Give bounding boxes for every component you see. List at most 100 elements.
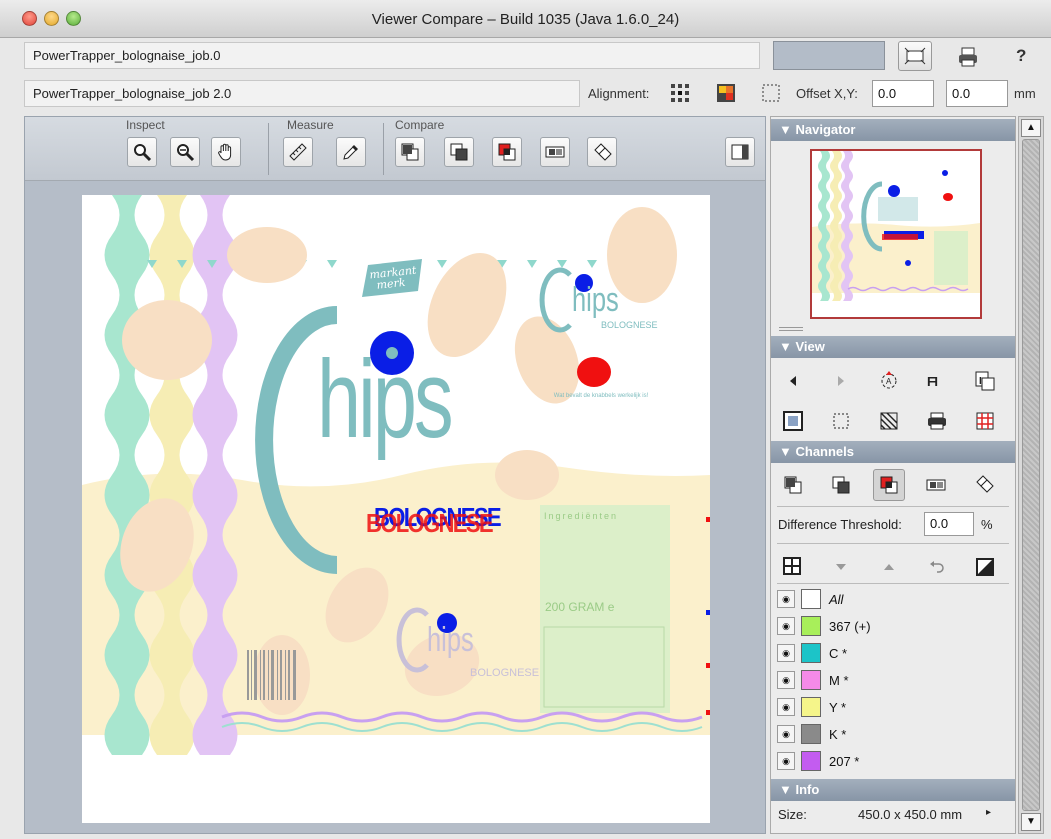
channel-split-button[interactable] — [923, 471, 951, 499]
alignment-grid-button[interactable] — [667, 80, 693, 106]
channel-name: Y * — [829, 700, 847, 715]
print-view-button[interactable] — [923, 407, 951, 435]
banner-text-red: BOLOGNESE — [366, 508, 494, 538]
move-down-button[interactable] — [827, 553, 855, 581]
crop-icon — [833, 413, 849, 429]
eye-icon[interactable]: ◉ — [777, 752, 795, 770]
grid-red-icon — [976, 412, 994, 430]
size-disclosure-icon[interactable]: ▸ — [986, 807, 991, 818]
alignment-label: Alignment: — [588, 86, 650, 101]
navigator-preview-image — [812, 151, 980, 301]
layer-b-icon — [450, 143, 468, 161]
eye-icon[interactable]: ◉ — [777, 644, 795, 662]
compare-overlay-button[interactable] — [587, 137, 617, 167]
scroll-down-button[interactable]: ▼ — [1021, 813, 1041, 831]
rotate-icon: A — [881, 371, 897, 389]
eye-icon[interactable]: ◉ — [777, 617, 795, 635]
panel-scrollbar[interactable]: ▲ ▼ — [1018, 116, 1044, 834]
compare-difference-button[interactable] — [492, 137, 522, 167]
inspect-group-label: Inspect — [126, 118, 165, 132]
printer-icon — [928, 412, 946, 430]
color-preview-box[interactable] — [773, 41, 885, 70]
triangle-right-icon — [838, 376, 844, 386]
overlay-icon — [594, 143, 612, 161]
zoom-out-button[interactable] — [170, 137, 200, 167]
tagline-text: Wat bevalt de knabbels werkelijk is! — [553, 393, 649, 399]
triangle-down-icon — [836, 564, 846, 570]
job2-field[interactable]: PowerTrapper_bolognaise_job 2.0 — [24, 80, 580, 107]
previous-view-button[interactable] — [779, 367, 807, 395]
channel-row[interactable]: ◉ 207 * — [777, 750, 1009, 774]
svg-text:I: I — [979, 376, 982, 387]
compare-split-button[interactable] — [540, 137, 570, 167]
separations-button[interactable] — [875, 407, 903, 435]
job1-field[interactable]: PowerTrapper_bolognaise_job.0 — [24, 42, 760, 69]
half-contrast-icon — [976, 558, 994, 576]
resize-grip[interactable] — [779, 327, 803, 331]
color-align-button[interactable] — [713, 80, 739, 106]
canvas-area[interactable]: Inspect Measure Compare markant merk hip… — [24, 116, 766, 834]
eye-icon[interactable]: ◉ — [777, 590, 795, 608]
offset-y-input[interactable]: 0.0 — [946, 80, 1008, 107]
crop-marks-button[interactable] — [827, 407, 855, 435]
difference-icon — [880, 476, 898, 494]
stripes-icon — [880, 412, 898, 430]
artwork-canvas[interactable]: markant merk hips hips BOLOGNESE Wat bev… — [82, 195, 710, 823]
eyedropper-button[interactable] — [336, 137, 366, 167]
size-value: 450.0 x 450.0 mm — [858, 807, 963, 822]
move-up-button[interactable] — [875, 553, 903, 581]
hand-icon — [218, 143, 232, 161]
channel-row[interactable]: ◉ M * — [777, 669, 1009, 693]
channel-row[interactable]: ◉ Y * — [777, 696, 1009, 720]
channel-row[interactable]: ◉ C * — [777, 642, 1009, 666]
channel-table-button[interactable] — [779, 553, 807, 581]
channel-name: 367 (+) — [829, 619, 871, 634]
fit-window-button[interactable] — [898, 41, 932, 71]
scroll-thumb[interactable] — [1022, 139, 1040, 811]
channel-row[interactable]: ◉ K * — [777, 723, 1009, 747]
invert-button[interactable] — [971, 553, 999, 581]
eye-icon[interactable]: ◉ — [777, 671, 795, 689]
navigator-thumbnail[interactable] — [810, 149, 982, 319]
rotate-view-button[interactable]: A — [875, 367, 903, 395]
channel-color-swatch — [801, 724, 821, 744]
next-view-button[interactable] — [827, 367, 855, 395]
eye-icon[interactable]: ◉ — [777, 698, 795, 716]
alignment-grid-icon — [671, 84, 689, 102]
channel-image-b-button[interactable] — [827, 471, 855, 499]
image-info-button[interactable]: I — [971, 367, 999, 395]
grid-overlay-button[interactable] — [971, 407, 999, 435]
help-button[interactable]: ? — [1016, 46, 1026, 66]
channel-difference-button[interactable] — [873, 469, 905, 501]
channel-image-a-button[interactable] — [779, 471, 807, 499]
navigator-header[interactable]: ▼ Navigator — [771, 119, 1015, 141]
channel-overlay-button[interactable] — [971, 471, 999, 499]
print-button[interactable] — [955, 44, 981, 70]
ruler-icon — [289, 143, 307, 161]
pan-button[interactable] — [211, 137, 241, 167]
undo-button[interactable] — [923, 553, 951, 581]
info-header[interactable]: ▼ Info — [771, 779, 1015, 801]
compare-image-a-button[interactable] — [395, 137, 425, 167]
fit-page-button[interactable] — [779, 407, 807, 435]
offset-x-input[interactable]: 0.0 — [872, 80, 934, 107]
scroll-up-button[interactable]: ▲ — [1021, 119, 1041, 137]
threshold-input[interactable]: 0.0 — [924, 512, 974, 536]
divider — [777, 506, 1009, 507]
zoom-in-button[interactable] — [127, 137, 157, 167]
title-bar: Viewer Compare – Build 1035 (Java 1.6.0_… — [0, 0, 1051, 38]
view-header[interactable]: ▼ View — [771, 336, 1015, 358]
toggle-panel-button[interactable] — [725, 137, 755, 167]
page-frame-icon — [783, 411, 803, 431]
compare-image-b-button[interactable] — [444, 137, 474, 167]
flip-view-button[interactable]: FF — [923, 367, 951, 395]
eye-icon[interactable]: ◉ — [777, 725, 795, 743]
layer-a-icon — [401, 143, 419, 161]
flip-icon: FF — [927, 374, 938, 389]
channel-row[interactable]: ◉ All — [777, 588, 1009, 612]
channels-header[interactable]: ▼ Channels — [771, 441, 1015, 463]
selection-frame-button[interactable] — [758, 80, 784, 106]
channel-row[interactable]: ◉ 367 (+) — [777, 615, 1009, 639]
ruler-button[interactable] — [283, 137, 313, 167]
divider — [777, 583, 1009, 584]
